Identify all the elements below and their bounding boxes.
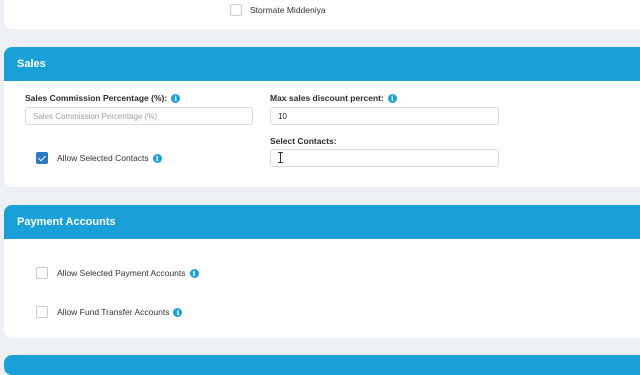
info-icon[interactable]: i xyxy=(387,93,397,103)
commission-label: Sales Commission Percentage (%): xyxy=(25,93,168,103)
sales-header: Sales xyxy=(4,47,640,81)
checkbox-stormate-middeniya[interactable] xyxy=(230,4,242,16)
info-icon[interactable]: i xyxy=(189,268,199,278)
sales-card: Sales Sales Commission Percentage (%): i… xyxy=(4,47,640,187)
allow-selected-payment-accounts-label-row: Allow Selected Payment Accounts i xyxy=(57,267,199,279)
allow-fund-transfer-accounts-label: Allow Fund Transfer Accounts xyxy=(57,307,170,317)
commission-input[interactable]: Sales Commission Percentage (%) xyxy=(25,107,253,125)
info-icon[interactable]: i xyxy=(173,307,183,317)
payment-accounts-title: Payment Accounts xyxy=(17,216,116,228)
max-discount-label-row: Max sales discount percent: i xyxy=(270,93,397,103)
commission-placeholder: Sales Commission Percentage (%) xyxy=(33,111,158,121)
allow-selected-payment-accounts-checkbox[interactable] xyxy=(36,267,48,279)
next-section-card xyxy=(4,355,640,375)
max-discount-input[interactable]: 10 xyxy=(270,107,499,125)
allow-selected-contacts-checkbox[interactable] xyxy=(36,152,48,164)
max-discount-label: Max sales discount percent: xyxy=(270,93,384,103)
location-card: Stormate Middeniya xyxy=(4,0,640,29)
commission-label-row: Sales Commission Percentage (%): i xyxy=(25,93,181,103)
next-section-header xyxy=(4,355,640,375)
allow-selected-payment-accounts-label: Allow Selected Payment Accounts xyxy=(57,268,186,278)
sales-title: Sales xyxy=(17,58,46,70)
allow-fund-transfer-accounts-checkbox[interactable] xyxy=(36,306,48,318)
allow-fund-transfer-accounts-label-row: Allow Fund Transfer Accounts i xyxy=(57,306,183,318)
text-cursor-icon xyxy=(278,152,283,163)
select-contacts-label-row: Select Contacts: xyxy=(270,136,337,146)
checkbox-label-stormate-middeniya: Stormate Middeniya xyxy=(250,5,326,15)
select-contacts-label: Select Contacts: xyxy=(270,136,337,146)
allow-selected-contacts-label-row: Allow Selected Contacts i xyxy=(57,152,162,164)
select-contacts-input[interactable] xyxy=(270,149,499,167)
info-icon[interactable]: i xyxy=(171,93,181,103)
info-icon[interactable]: i xyxy=(152,153,162,163)
allow-selected-contacts-label: Allow Selected Contacts xyxy=(57,153,149,163)
payment-accounts-card: Payment Accounts Allow Selected Payment … xyxy=(4,205,640,338)
max-discount-value: 10 xyxy=(278,111,287,121)
payment-accounts-header: Payment Accounts xyxy=(4,205,640,239)
